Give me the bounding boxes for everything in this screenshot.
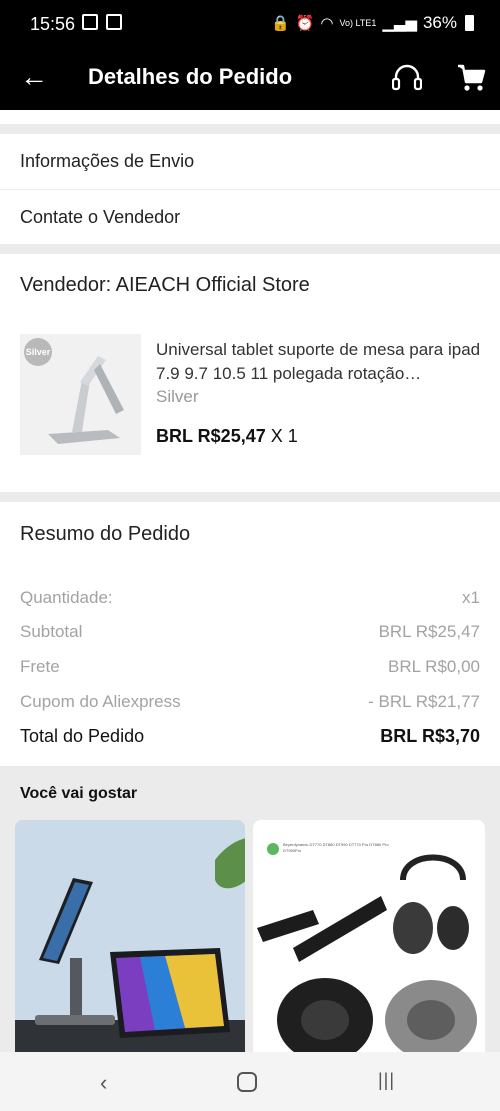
summary-label: Subtotal — [20, 622, 83, 641]
order-summary-card: Resumo do Pedido Quantidade: x1 Subtotal… — [0, 502, 500, 766]
summary-row-total: Total do Pedido BRL R$3,70 — [20, 726, 480, 747]
network-label: Vo) LTE1 — [339, 17, 377, 28]
gallery-icon — [106, 14, 122, 30]
nav-back-icon[interactable]: ‹ — [100, 1070, 107, 1096]
product-quantity: X 1 — [270, 426, 298, 446]
summary-total-value: BRL R$3,70 — [380, 726, 480, 746]
order-item-card: Vendedor: AIEACH Official Store Silver U… — [0, 254, 500, 492]
summary-value: BRL R$0,00 — [388, 657, 480, 676]
alarm-icon: ⏰ — [295, 15, 315, 32]
summary-row-shipping: Frete BRL R$0,00 — [20, 657, 480, 677]
order-header-strip — [0, 110, 500, 124]
summary-value: x1 — [462, 588, 480, 607]
battery-percent: 36% — [422, 13, 457, 32]
summary-title: Resumo do Pedido — [20, 523, 191, 545]
screenshot-icon — [82, 14, 98, 30]
status-bar: 15:56 🔒 ⏰ ◠ Vo) LTE1 ▁▃▅ 36% — [0, 0, 500, 48]
cart-icon[interactable] — [456, 62, 486, 92]
headphone-pads-product-image — [253, 820, 485, 1052]
headset-icon[interactable] — [392, 64, 422, 92]
app-bar: ← Detalhes do Pedido — [0, 48, 500, 110]
shipping-info-link[interactable]: Informações de Envio — [0, 134, 500, 189]
order-links-card: Informações de Envio Contate o Vendedor — [0, 134, 500, 244]
back-arrow-icon[interactable]: ← — [20, 60, 48, 94]
summary-value: BRL R$25,47 — [378, 622, 480, 641]
summary-row-quantity: Quantidade: x1 — [20, 588, 480, 608]
product-variant: Silver — [156, 387, 199, 406]
product-title[interactable]: Universal tablet suporte de mesa para ip… — [156, 338, 486, 386]
status-time: 15:56 — [30, 14, 76, 34]
recommendation-caption: Beyerdynamic DT770 DT880 DT990 DT770 Pro… — [283, 842, 389, 853]
summary-value: - BRL R$21,77 — [368, 692, 480, 711]
wifi-icon: ◠ — [320, 15, 334, 32]
status-right: 🔒 ⏰ ◠ Vo) LTE1 ▁▃▅ 36% — [271, 13, 474, 33]
recommendation-card[interactable] — [15, 820, 245, 1052]
recommendations-title: Você vai gostar — [20, 785, 138, 802]
nav-recents-icon[interactable]: ||| — [378, 1070, 395, 1091]
summary-label: Quantidade: — [20, 588, 113, 607]
notification-icons — [82, 14, 122, 30]
summary-label: Frete — [20, 657, 60, 676]
summary-total-label: Total do Pedido — [20, 726, 145, 746]
summary-row-coupon: Cupom do Aliexpress - BRL R$21,77 — [20, 692, 480, 712]
contact-seller-link[interactable]: Contate o Vendedor — [0, 189, 500, 244]
seller-name[interactable]: Vendedor: AIEACH Official Store — [20, 274, 310, 297]
recommendation-card[interactable]: Beyerdynamic DT770 DT880 DT990 DT770 Pro… — [253, 820, 485, 1052]
signal-icon: ▁▃▅ — [382, 15, 417, 32]
tablet-stand-product-image — [15, 820, 245, 1052]
product-price: BRL R$25,47 — [156, 426, 266, 446]
product-price-line: BRL R$25,47 X 1 — [156, 426, 298, 447]
product-thumbnail[interactable]: Silver — [20, 334, 141, 455]
summary-row-subtotal: Subtotal BRL R$25,47 — [20, 622, 480, 642]
lock-icon: 🔒 — [271, 15, 290, 32]
variant-badge: Silver — [24, 338, 52, 366]
summary-label: Cupom do Aliexpress — [20, 692, 181, 711]
system-navigation-bar: ‹ ||| — [0, 1052, 500, 1111]
nav-home-icon[interactable] — [237, 1072, 257, 1092]
battery-icon — [465, 15, 474, 31]
page-title: Detalhes do Pedido — [88, 64, 293, 89]
